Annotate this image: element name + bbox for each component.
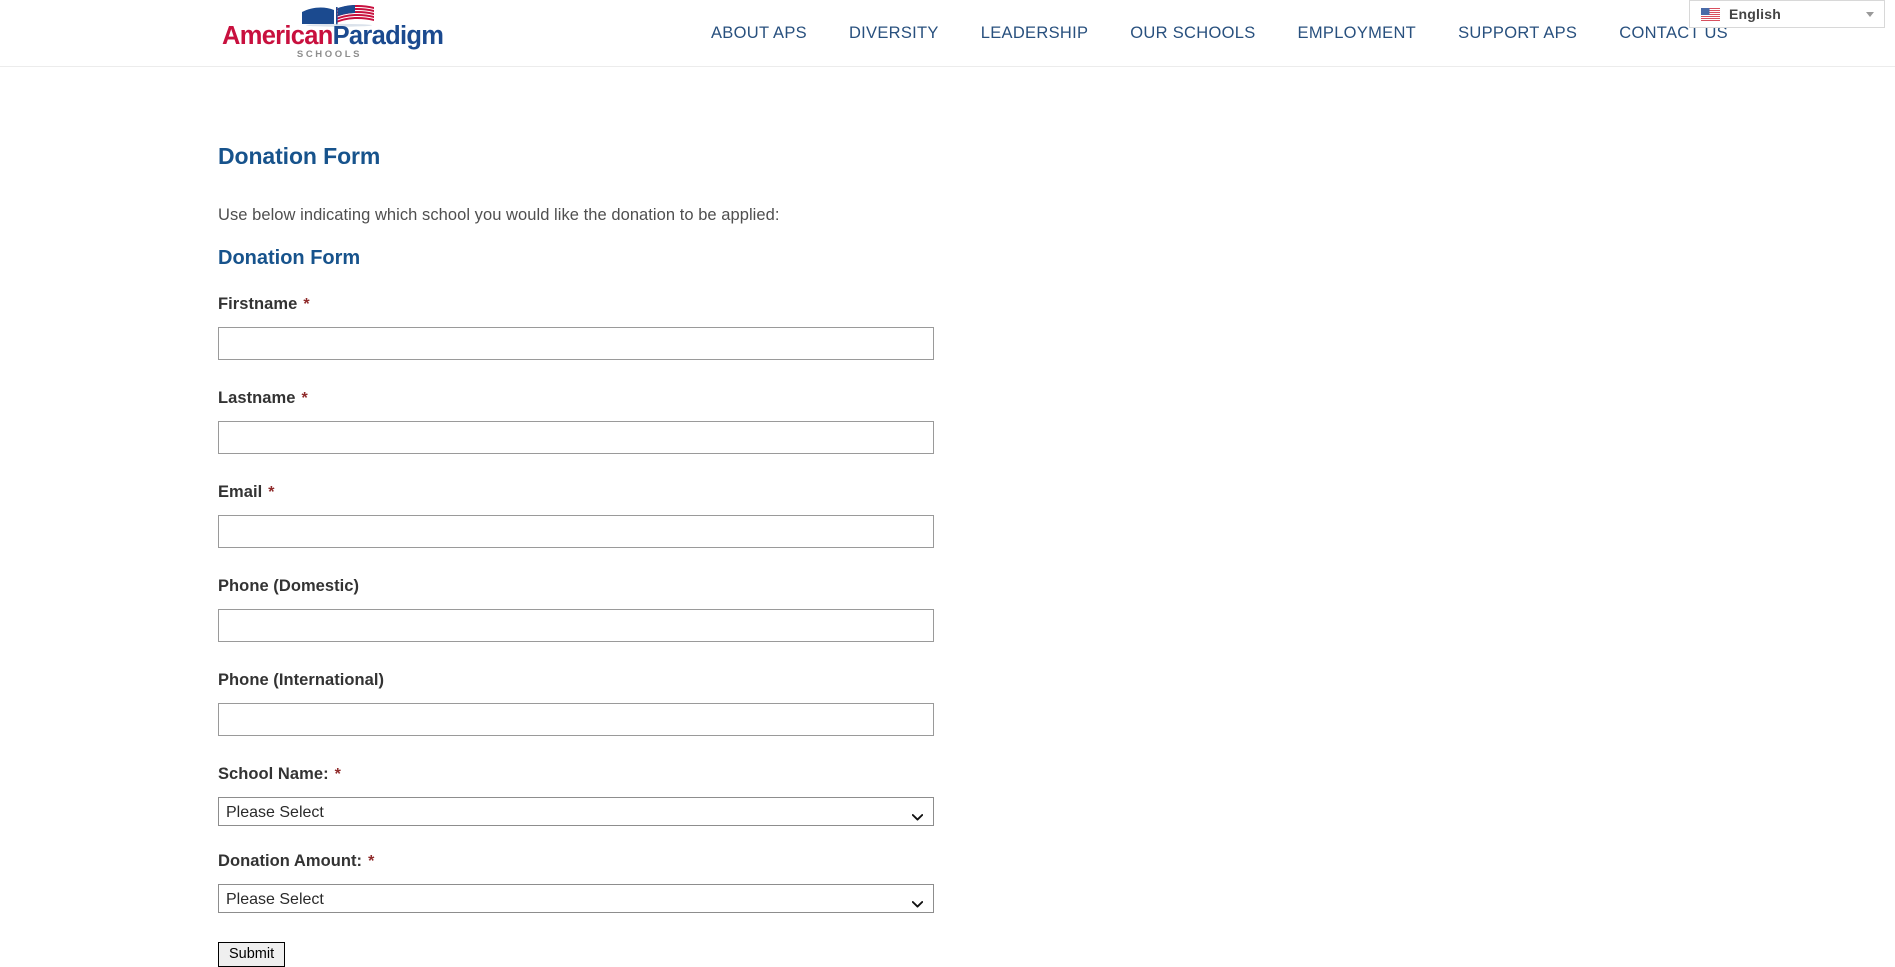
email-input[interactable] bbox=[218, 515, 934, 548]
nav-item-our-schools[interactable]: OUR SCHOOLS bbox=[1109, 0, 1276, 67]
field-group-phone-international: Phone (International) bbox=[218, 671, 938, 736]
form-section-title: Donation Form bbox=[218, 247, 361, 269]
donation-amount-select[interactable]: Please Select bbox=[218, 884, 934, 913]
logo-text-paradigm: Paradigm bbox=[332, 22, 444, 50]
school-name-select-wrap: Please Select bbox=[218, 797, 934, 826]
required-marker: * bbox=[303, 296, 310, 313]
field-group-donation-amount: Donation Amount: * Please Select bbox=[218, 852, 938, 913]
field-group-email: Email * bbox=[218, 483, 938, 548]
page-title: Donation Form bbox=[218, 143, 381, 169]
logo-wordmark: AmericanParadigm bbox=[222, 22, 444, 50]
label-lastname: Lastname * bbox=[218, 389, 938, 408]
label-lastname-text: Lastname bbox=[218, 389, 296, 407]
chevron-down-icon bbox=[1866, 11, 1874, 17]
nav-item-diversity[interactable]: DIVERSITY bbox=[828, 0, 960, 67]
school-name-select[interactable]: Please Select bbox=[218, 797, 934, 826]
label-donation-amount-text: Donation Amount: bbox=[218, 852, 363, 870]
label-phone-international: Phone (International) bbox=[218, 671, 385, 689]
language-switcher[interactable]: English bbox=[1689, 0, 1885, 28]
label-email-text: Email bbox=[218, 483, 263, 501]
site-header: AmericanParadigm SCHOOLS ABOUT APS DIVER… bbox=[0, 0, 1895, 67]
field-group-phone-domestic: Phone (Domestic) bbox=[218, 577, 938, 642]
nav-item-about-aps[interactable]: ABOUT APS bbox=[690, 0, 828, 67]
nav-item-leadership[interactable]: LEADERSHIP bbox=[960, 0, 1110, 67]
label-school-name-text: School Name: bbox=[218, 765, 329, 783]
field-group-firstname: Firstname * bbox=[218, 295, 938, 360]
required-marker: * bbox=[368, 853, 375, 870]
donation-form: Firstname * Lastname * Email * Phone (Domes… bbox=[218, 295, 938, 967]
logo-subtitle: SCHOOLS bbox=[296, 49, 363, 60]
phone-domestic-input[interactable] bbox=[218, 609, 934, 642]
nav-item-support-aps[interactable]: SUPPORT APS bbox=[1437, 0, 1598, 67]
label-firstname: Firstname * bbox=[218, 295, 938, 314]
label-firstname-text: Firstname bbox=[218, 295, 298, 313]
main-navigation: ABOUT APS DIVERSITY LEADERSHIP OUR SCHOO… bbox=[690, 0, 1749, 67]
label-donation-amount: Donation Amount: * bbox=[218, 852, 938, 871]
nav-item-employment[interactable]: EMPLOYMENT bbox=[1277, 0, 1438, 67]
label-phone-domestic: Phone (Domestic) bbox=[218, 577, 360, 595]
field-group-school-name: School Name: * Please Select bbox=[218, 765, 938, 826]
phone-international-input[interactable] bbox=[218, 703, 934, 736]
site-logo[interactable]: AmericanParadigm SCHOOLS bbox=[222, 2, 444, 64]
label-email: Email * bbox=[218, 483, 938, 502]
required-marker: * bbox=[301, 390, 308, 407]
intro-text: Use below indicating which school you wo… bbox=[218, 206, 780, 224]
lastname-input[interactable] bbox=[218, 421, 934, 454]
required-marker: * bbox=[334, 766, 341, 783]
label-school-name: School Name: * bbox=[218, 765, 938, 784]
required-marker: * bbox=[268, 484, 275, 501]
logo-text-american: American bbox=[222, 22, 333, 50]
submit-button[interactable]: Submit bbox=[218, 942, 286, 967]
language-label: English bbox=[1729, 6, 1781, 22]
field-group-lastname: Lastname * bbox=[218, 389, 938, 454]
us-flag-icon bbox=[1701, 7, 1720, 21]
firstname-input[interactable] bbox=[218, 327, 934, 360]
donation-amount-select-wrap: Please Select bbox=[218, 884, 934, 913]
